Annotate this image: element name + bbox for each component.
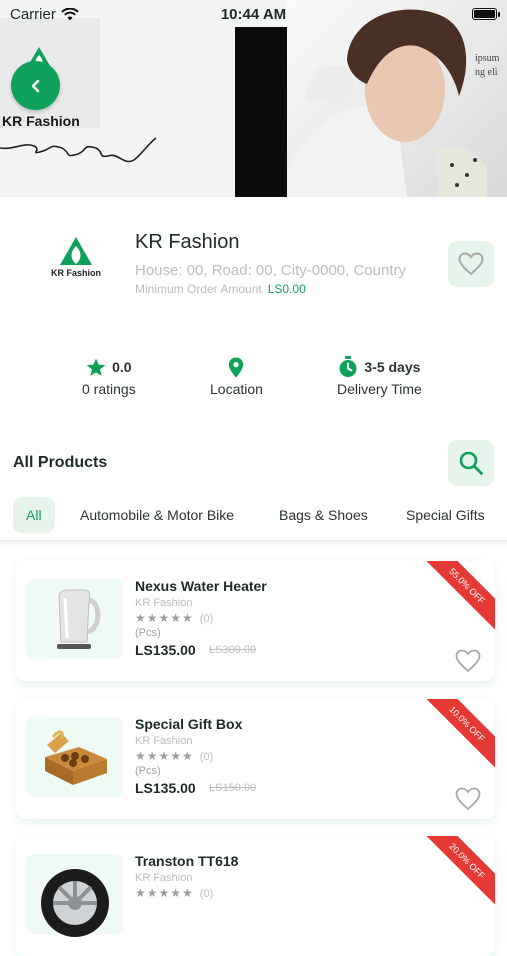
- discount-badge: 10.0% OFF: [416, 699, 495, 775]
- rating-value: 0.0: [112, 359, 132, 375]
- rating-count: (0): [199, 888, 214, 900]
- product-favorite-button[interactable]: [454, 647, 482, 675]
- rating-count: (0): [199, 613, 214, 625]
- water-heater-image: [56, 589, 100, 649]
- store-logo-icon: [60, 237, 92, 265]
- delivery-stat: 3-5 days Delivery Time: [337, 355, 422, 397]
- store-name: KR Fashion: [135, 231, 240, 253]
- wifi-icon: [61, 7, 79, 20]
- product-price: LS135.00: [135, 780, 196, 796]
- location-label: Location: [210, 381, 263, 397]
- delivery-label: Delivery Time: [337, 381, 422, 397]
- rating-stat: 0.0 0 ratings: [82, 355, 136, 397]
- product-unit: (Pcs): [135, 627, 161, 639]
- search-button[interactable]: [448, 440, 494, 486]
- store-logo: KR Fashion: [44, 236, 108, 290]
- location-pin-icon: [229, 357, 244, 377]
- category-tabs: All Automobile & Motor Bike Bags & Shoes…: [0, 497, 507, 537]
- product-name: Nexus Water Heater: [135, 578, 267, 594]
- product-card[interactable]: Special Gift Box KR Fashion ★★★★★ (0) (Pc…: [16, 699, 495, 819]
- product-card[interactable]: Transton TT618 KR Fashion ★★★★★ (0) 20.0%…: [16, 836, 495, 956]
- rating-count: (0): [199, 751, 214, 763]
- heart-icon: [455, 649, 481, 673]
- product-store: KR Fashion: [135, 597, 193, 609]
- product-rating: ★★★★★ (0): [135, 749, 213, 763]
- location-stat[interactable]: Location: [210, 355, 263, 397]
- banner-logo-text: KR Fashion: [2, 113, 80, 129]
- product-price: LS135.00: [135, 642, 196, 658]
- product-store: KR Fashion: [135, 735, 193, 747]
- tab-all[interactable]: All: [13, 497, 55, 533]
- rating-stars-icon: ★★★★★: [135, 886, 194, 900]
- product-image: [26, 717, 123, 797]
- battery-icon: [472, 8, 500, 20]
- banner-black-panel: [235, 27, 287, 197]
- product-unit: (Pcs): [135, 765, 161, 777]
- product-image: [26, 854, 123, 937]
- product-store: KR Fashion: [135, 872, 193, 884]
- search-icon: [459, 451, 483, 475]
- status-bar: Carrier 10:44 AM: [0, 0, 507, 28]
- heart-icon: [458, 252, 484, 276]
- min-order-value: LS0.00: [267, 282, 306, 296]
- product-favorite-button[interactable]: [454, 785, 482, 813]
- heart-icon: [455, 787, 481, 811]
- discount-badge: 55.0% OFF: [416, 561, 495, 637]
- min-order-label: Minimum Order Amount: [135, 282, 262, 296]
- gift-box-image: [44, 730, 107, 785]
- back-button[interactable]: [11, 61, 60, 110]
- tabs-divider: [0, 540, 507, 546]
- status-left: Carrier: [10, 6, 79, 23]
- banner-model-photo: [277, 0, 507, 197]
- store-stats: 0.0 0 ratings Location 3-5 days Delivery…: [0, 355, 507, 400]
- favorite-store-button[interactable]: [448, 241, 494, 287]
- product-name: Transton TT618: [135, 853, 239, 869]
- tab-bags-shoes[interactable]: Bags & Shoes: [279, 497, 368, 533]
- delivery-value: 3-5 days: [364, 359, 421, 375]
- product-card[interactable]: Nexus Water Heater KR Fashion ★★★★★ (0) (…: [16, 561, 495, 681]
- banner-scribble: [0, 137, 157, 163]
- store-min-order: Minimum Order Amount LS0.00: [135, 282, 306, 296]
- all-products-title: All Products: [13, 454, 108, 471]
- rating-stars-icon: ★★★★★: [135, 611, 194, 625]
- store-banner: KR Fashion ipsum ng eli: [0, 0, 507, 197]
- product-old-price: LS150.00: [209, 782, 257, 794]
- tab-automobile-motor-bike[interactable]: Automobile & Motor Bike: [80, 497, 234, 533]
- product-image: [26, 579, 123, 659]
- product-rating: ★★★★★ (0): [135, 886, 213, 900]
- tire-image: [40, 869, 109, 937]
- tab-special-gifts[interactable]: Special Gifts: [406, 497, 485, 533]
- product-name: Special Gift Box: [135, 716, 243, 732]
- banner-photo-caption: ipsum ng eli: [475, 53, 500, 78]
- store-address: House: 00, Road: 00, City-0000, Country: [135, 262, 406, 279]
- product-old-price: LS300.00: [209, 644, 257, 656]
- store-logo-text: KR Fashion: [50, 268, 101, 278]
- rating-label: 0 ratings: [82, 381, 136, 397]
- product-rating: ★★★★★ (0): [135, 611, 213, 625]
- chevron-left-icon: [31, 79, 39, 92]
- star-icon: [86, 358, 106, 376]
- timer-icon: [339, 356, 357, 377]
- model-photo: [277, 9, 487, 197]
- carrier-label: Carrier: [10, 5, 56, 23]
- rating-stars-icon: ★★★★★: [135, 749, 194, 763]
